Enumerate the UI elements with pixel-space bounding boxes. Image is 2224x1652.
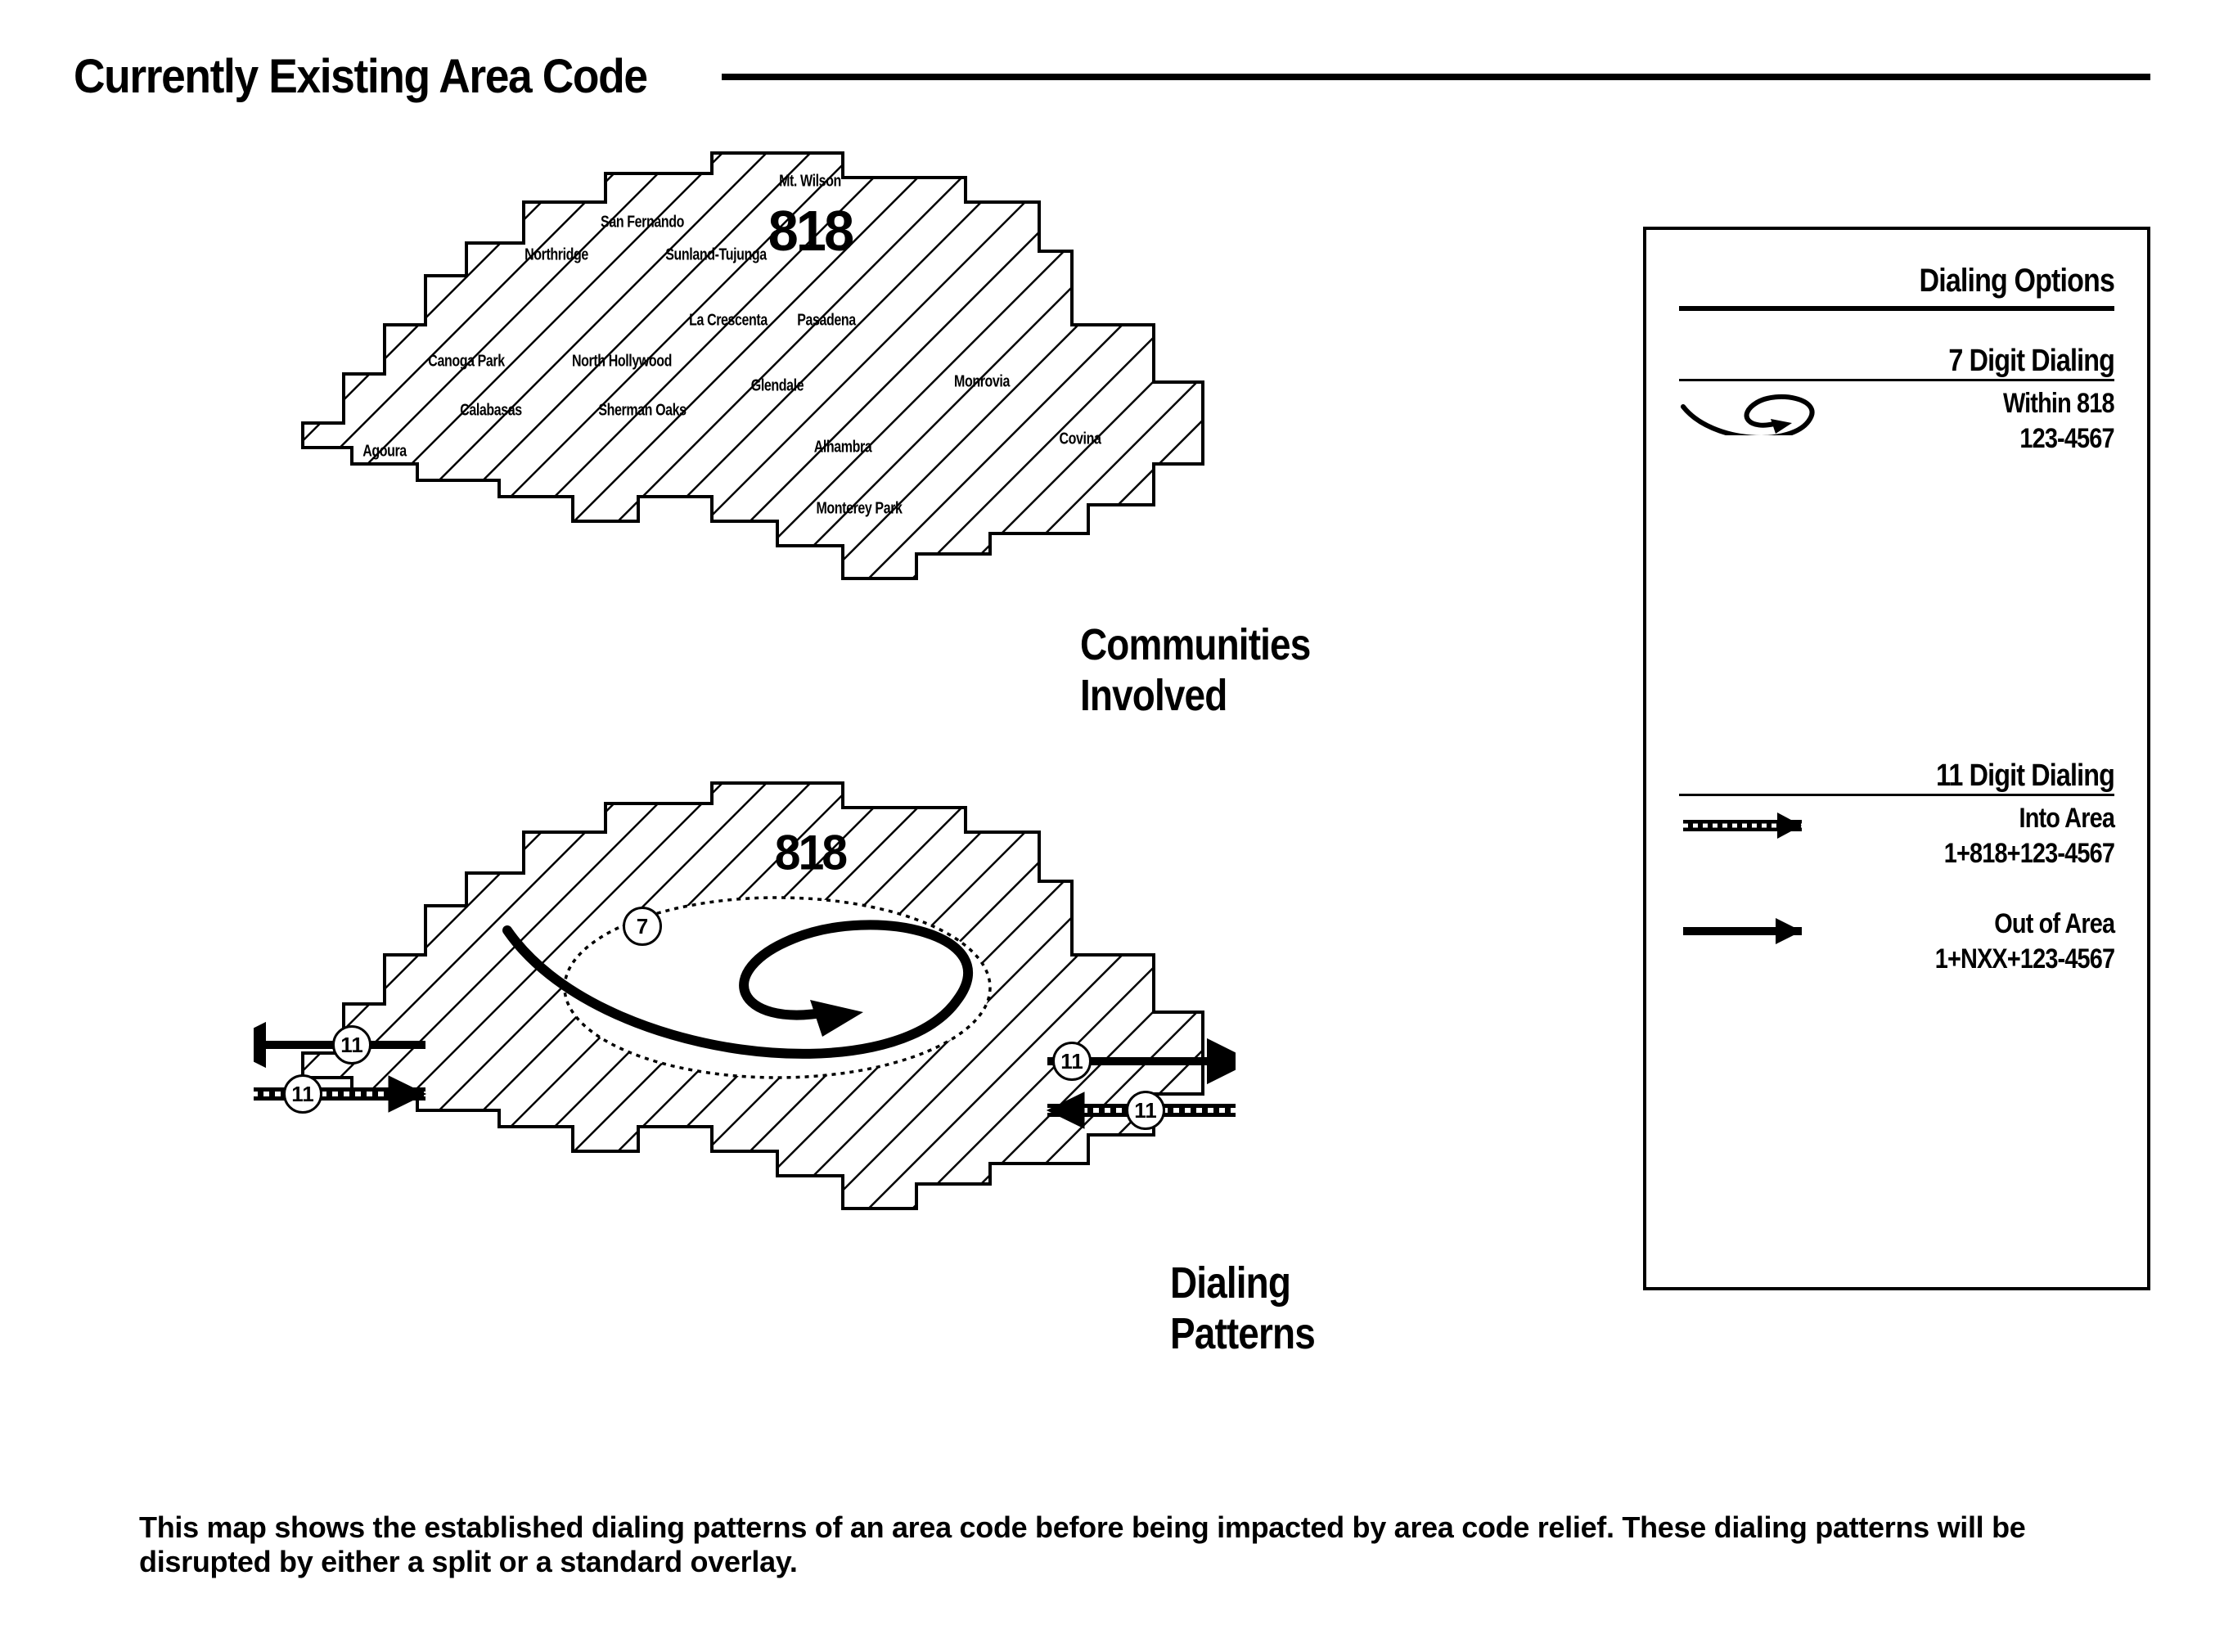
legend-item-sub: 1+818+123-4567 bbox=[1944, 836, 2114, 871]
community-label: Alhambra bbox=[814, 439, 872, 457]
arrow-out-icon bbox=[1679, 907, 1826, 956]
page-title: Currently Existing Area Code bbox=[74, 49, 647, 104]
marker-eleven: 11 bbox=[332, 1025, 371, 1065]
legend-item-sub: 1+NXX+123-4567 bbox=[1935, 942, 2114, 977]
legend-heading: Dialing Options bbox=[1745, 263, 2114, 299]
legend-item-title: 7 Digit Dialing bbox=[1745, 344, 2114, 379]
community-label: La Crescenta bbox=[689, 312, 768, 331]
community-label: Sunland-Tujunga bbox=[665, 246, 766, 265]
community-label: North Hollywood bbox=[572, 353, 672, 371]
community-label: Mt. Wilson bbox=[779, 173, 841, 191]
arrow-into-left-icon bbox=[254, 1076, 425, 1112]
marker-eleven: 11 bbox=[283, 1074, 322, 1114]
legend-item-sub: Within 818 bbox=[2003, 386, 2114, 421]
legend-box: Dialing Options 7 Digit Dialing Within 8… bbox=[1643, 227, 2150, 1290]
community-label: Northridge bbox=[524, 246, 588, 265]
community-label: Agoura bbox=[362, 443, 407, 461]
footnote: This map shows the established dialing p… bbox=[139, 1510, 2109, 1578]
community-label: Canoga Park bbox=[428, 353, 504, 371]
community-label: San Fernando bbox=[601, 214, 684, 232]
community-label: Covina bbox=[1060, 430, 1101, 449]
legend-item-sub: 123-4567 bbox=[2003, 421, 2114, 457]
legend-rule bbox=[1679, 379, 2114, 381]
community-label: Glendale bbox=[751, 377, 804, 396]
community-label: Sherman Oaks bbox=[598, 402, 686, 421]
community-label: Monrovia bbox=[954, 373, 1010, 392]
community-label: Calabasas bbox=[460, 402, 522, 421]
legend-item-sub: Out of Area bbox=[1935, 907, 2114, 942]
spiral-icon bbox=[1679, 386, 1826, 435]
communities-caption: Communities Involved bbox=[1080, 619, 1310, 721]
legend-rule bbox=[1679, 306, 2114, 311]
map-area-code: 818 bbox=[775, 825, 846, 881]
legend-item-sub: Into Area bbox=[1944, 801, 2114, 836]
dialing-patterns-map: 818 7 11 11 11 11 Dialing Patterns bbox=[254, 767, 1236, 1233]
title-rule bbox=[722, 74, 2150, 80]
map-area-code: 818 bbox=[768, 198, 852, 263]
page-title-row: Currently Existing Area Code bbox=[74, 49, 2150, 104]
communities-map: 818 Mt. Wilson San Fernando Northridge S… bbox=[254, 137, 1236, 603]
dialing-caption: Dialing Patterns bbox=[1170, 1258, 1315, 1359]
community-label: Monterey Park bbox=[816, 500, 902, 519]
marker-eleven: 11 bbox=[1126, 1091, 1165, 1130]
marker-seven: 7 bbox=[623, 907, 662, 946]
legend-item-title: 11 Digit Dialing bbox=[1745, 758, 2114, 794]
community-label: Pasadena bbox=[797, 312, 856, 331]
marker-eleven: 11 bbox=[1052, 1042, 1092, 1081]
legend-rule bbox=[1679, 794, 2114, 796]
arrow-into-icon bbox=[1679, 801, 1826, 850]
